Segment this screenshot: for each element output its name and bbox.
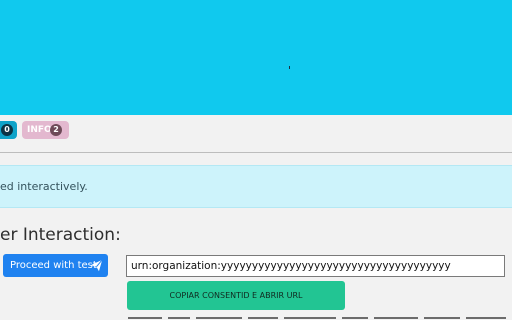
info-alert: ed interactively. <box>0 165 512 208</box>
header-banner <box>0 0 512 115</box>
proceed-button-label: Proceed with test <box>10 260 97 271</box>
info-badge-count: 2 <box>50 124 62 136</box>
info-alert-text: ed interactively. <box>0 180 88 193</box>
truncated-text-line <box>128 315 512 320</box>
proceed-with-test-button[interactable]: Proceed with test <box>3 254 108 277</box>
urn-input[interactable] <box>126 255 505 277</box>
status-badge-partial[interactable]: 0 <box>0 121 17 139</box>
banner-mark <box>289 66 290 69</box>
section-title: er Interaction: <box>0 225 121 245</box>
paper-plane-icon <box>90 259 103 272</box>
status-badge-count: 0 <box>1 124 13 136</box>
result-badge-bar: 0 INFO 2 <box>0 115 512 153</box>
info-badge-label: INFO <box>27 125 52 135</box>
copy-consent-open-url-button[interactable]: COPIAR CONSENTID E ABRIR URL <box>127 281 345 310</box>
info-badge[interactable]: INFO 2 <box>22 121 69 139</box>
